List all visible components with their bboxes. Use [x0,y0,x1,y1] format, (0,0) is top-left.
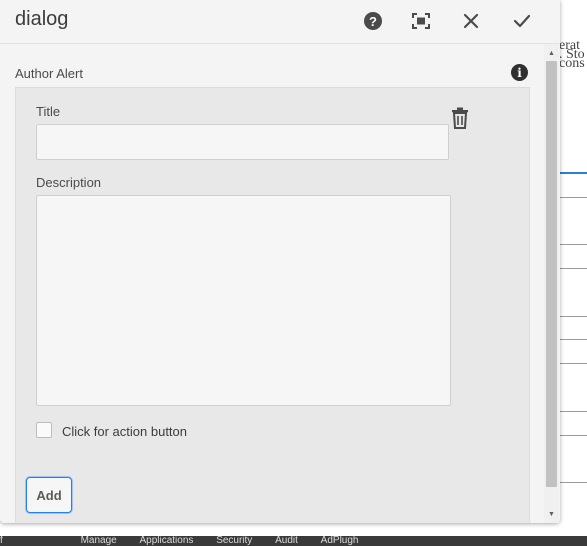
dialog-header: dialog ? [0,0,560,44]
fullscreen-button[interactable] [407,7,435,35]
title-label: Title [36,104,61,119]
background-divider [559,482,587,483]
close-icon [463,13,479,29]
scrollbar[interactable]: ▲ ▼ [544,44,559,523]
background-divider [559,363,587,364]
info-icon[interactable]: i [511,64,528,81]
trash-icon[interactable] [450,107,470,129]
background-text: erat [559,38,580,53]
checkmark-icon [513,14,531,28]
checkbox-label: Click for action button [62,424,188,439]
description-textarea[interactable] [36,195,451,406]
help-button[interactable]: ? [359,7,387,35]
background-divider [559,244,587,245]
bottom-bar-item: Manage [80,536,117,546]
done-button[interactable] [508,7,536,35]
multifield-item: Title Description Click for action butto… [15,87,530,523]
bottom-bar-item: Applications [139,536,194,546]
scroll-thumb[interactable] [546,61,557,487]
close-button[interactable] [457,7,485,35]
background-divider [559,316,587,317]
background-divider [559,172,587,174]
background-bottom-bar: f Manage Applications Security Audit AdP… [0,536,587,546]
scroll-up-icon[interactable]: ▲ [544,46,559,60]
background-divider [559,197,587,198]
scroll-down-icon[interactable]: ▼ [544,507,559,521]
background-divider [559,339,587,340]
description-label: Description [36,175,102,190]
background-text: cons [559,56,585,71]
bottom-bar-item: Audit [275,536,298,546]
help-icon: ? [364,12,382,30]
section-label: Author Alert [15,66,83,81]
action-button-checkbox[interactable] [36,422,52,438]
dialog-title: dialog [15,8,69,30]
background-divider [559,435,587,436]
fullscreen-icon [412,13,430,29]
background-divider [559,411,587,412]
bottom-bar-item: AdPlugh [320,536,359,546]
dialog-body: Author Alert i Title Description Click f… [0,44,544,523]
background-divider [559,268,587,269]
dialog: dialog ? Author Alert i Title Descriptio… [0,0,560,523]
bottom-bar-item: f [0,536,3,546]
bottom-bar-item: Security [216,536,253,546]
add-button[interactable]: Add [26,477,72,513]
title-input[interactable] [36,124,449,160]
